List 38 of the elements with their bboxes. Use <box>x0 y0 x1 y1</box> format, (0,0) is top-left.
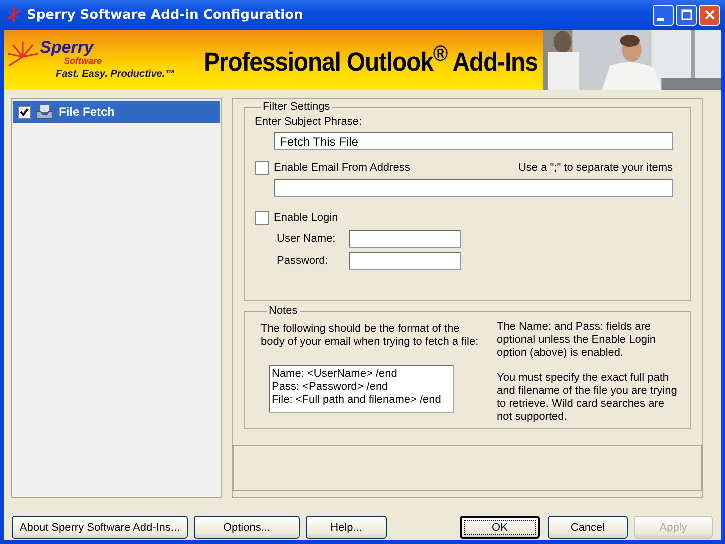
field-label: Password: <box>277 255 330 267</box>
window-title: Sperry Software Add-in Configuration <box>27 8 304 22</box>
close-icon <box>704 9 716 21</box>
dialog-button[interactable]: Cancel <box>548 516 628 539</box>
notes-text: The Name: and Pass: fields are optional unless the Enable Login option (above) is enabled. <box>497 321 658 360</box>
group-title: Filter Settings <box>262 101 332 113</box>
minimize-icon <box>657 18 664 20</box>
group-title: Notes <box>268 305 299 318</box>
logo-name: Sperry <box>40 38 94 58</box>
dialog-button[interactable]: Help... <box>306 516 387 539</box>
logo-subtitle: Software <box>64 56 102 66</box>
add-in-item[interactable]: File Fetch <box>13 101 220 123</box>
dialog-button[interactable]: About Sperry Software Add-Ins... <box>12 516 188 539</box>
format-line: File: <Full path and filename> /end <box>272 394 442 408</box>
minimize-button[interactable] <box>653 4 674 26</box>
checkbox[interactable] <box>18 106 31 118</box>
logo-tagline: Fast. Easy. Productive.™ <box>56 69 176 80</box>
maximize-button[interactable] <box>676 4 697 26</box>
subject-field[interactable]: Fetch This File <box>274 132 673 150</box>
email-checkbox[interactable]: Enable Email From Address <box>255 161 410 175</box>
field-label: Enter Subject Phrase: <box>255 116 364 128</box>
notes-text: The following should be the format of the body of your email when trying to fetch a file: <box>261 322 480 350</box>
maximize-icon <box>680 9 692 21</box>
asterisk-icon <box>6 7 22 23</box>
format-line: Name: <UserName> /end <box>272 368 398 382</box>
hint-text: Use a ";" to separate your items <box>518 162 673 174</box>
format-line: Pass: <Password> /end <box>272 381 390 394</box>
close-button[interactable] <box>699 4 720 26</box>
notes-text: You must specify the exact full path and filename of the file you are trying to retrieve. Wild card searches are not supported. <box>497 372 678 424</box>
banner-headline: Professional Outlook$^{®}$ Add-Ins <box>203 42 539 78</box>
dialog-button[interactable]: Options... <box>194 516 300 539</box>
email-field[interactable] <box>274 179 673 197</box>
login-checkbox[interactable]: Enable Login <box>255 211 338 225</box>
username-field[interactable] <box>349 230 461 248</box>
password-field[interactable] <box>349 252 461 270</box>
field-label: User Name: <box>277 233 337 245</box>
mail-tray-icon <box>36 104 54 120</box>
dialog-button[interactable]: OK <box>460 516 540 539</box>
